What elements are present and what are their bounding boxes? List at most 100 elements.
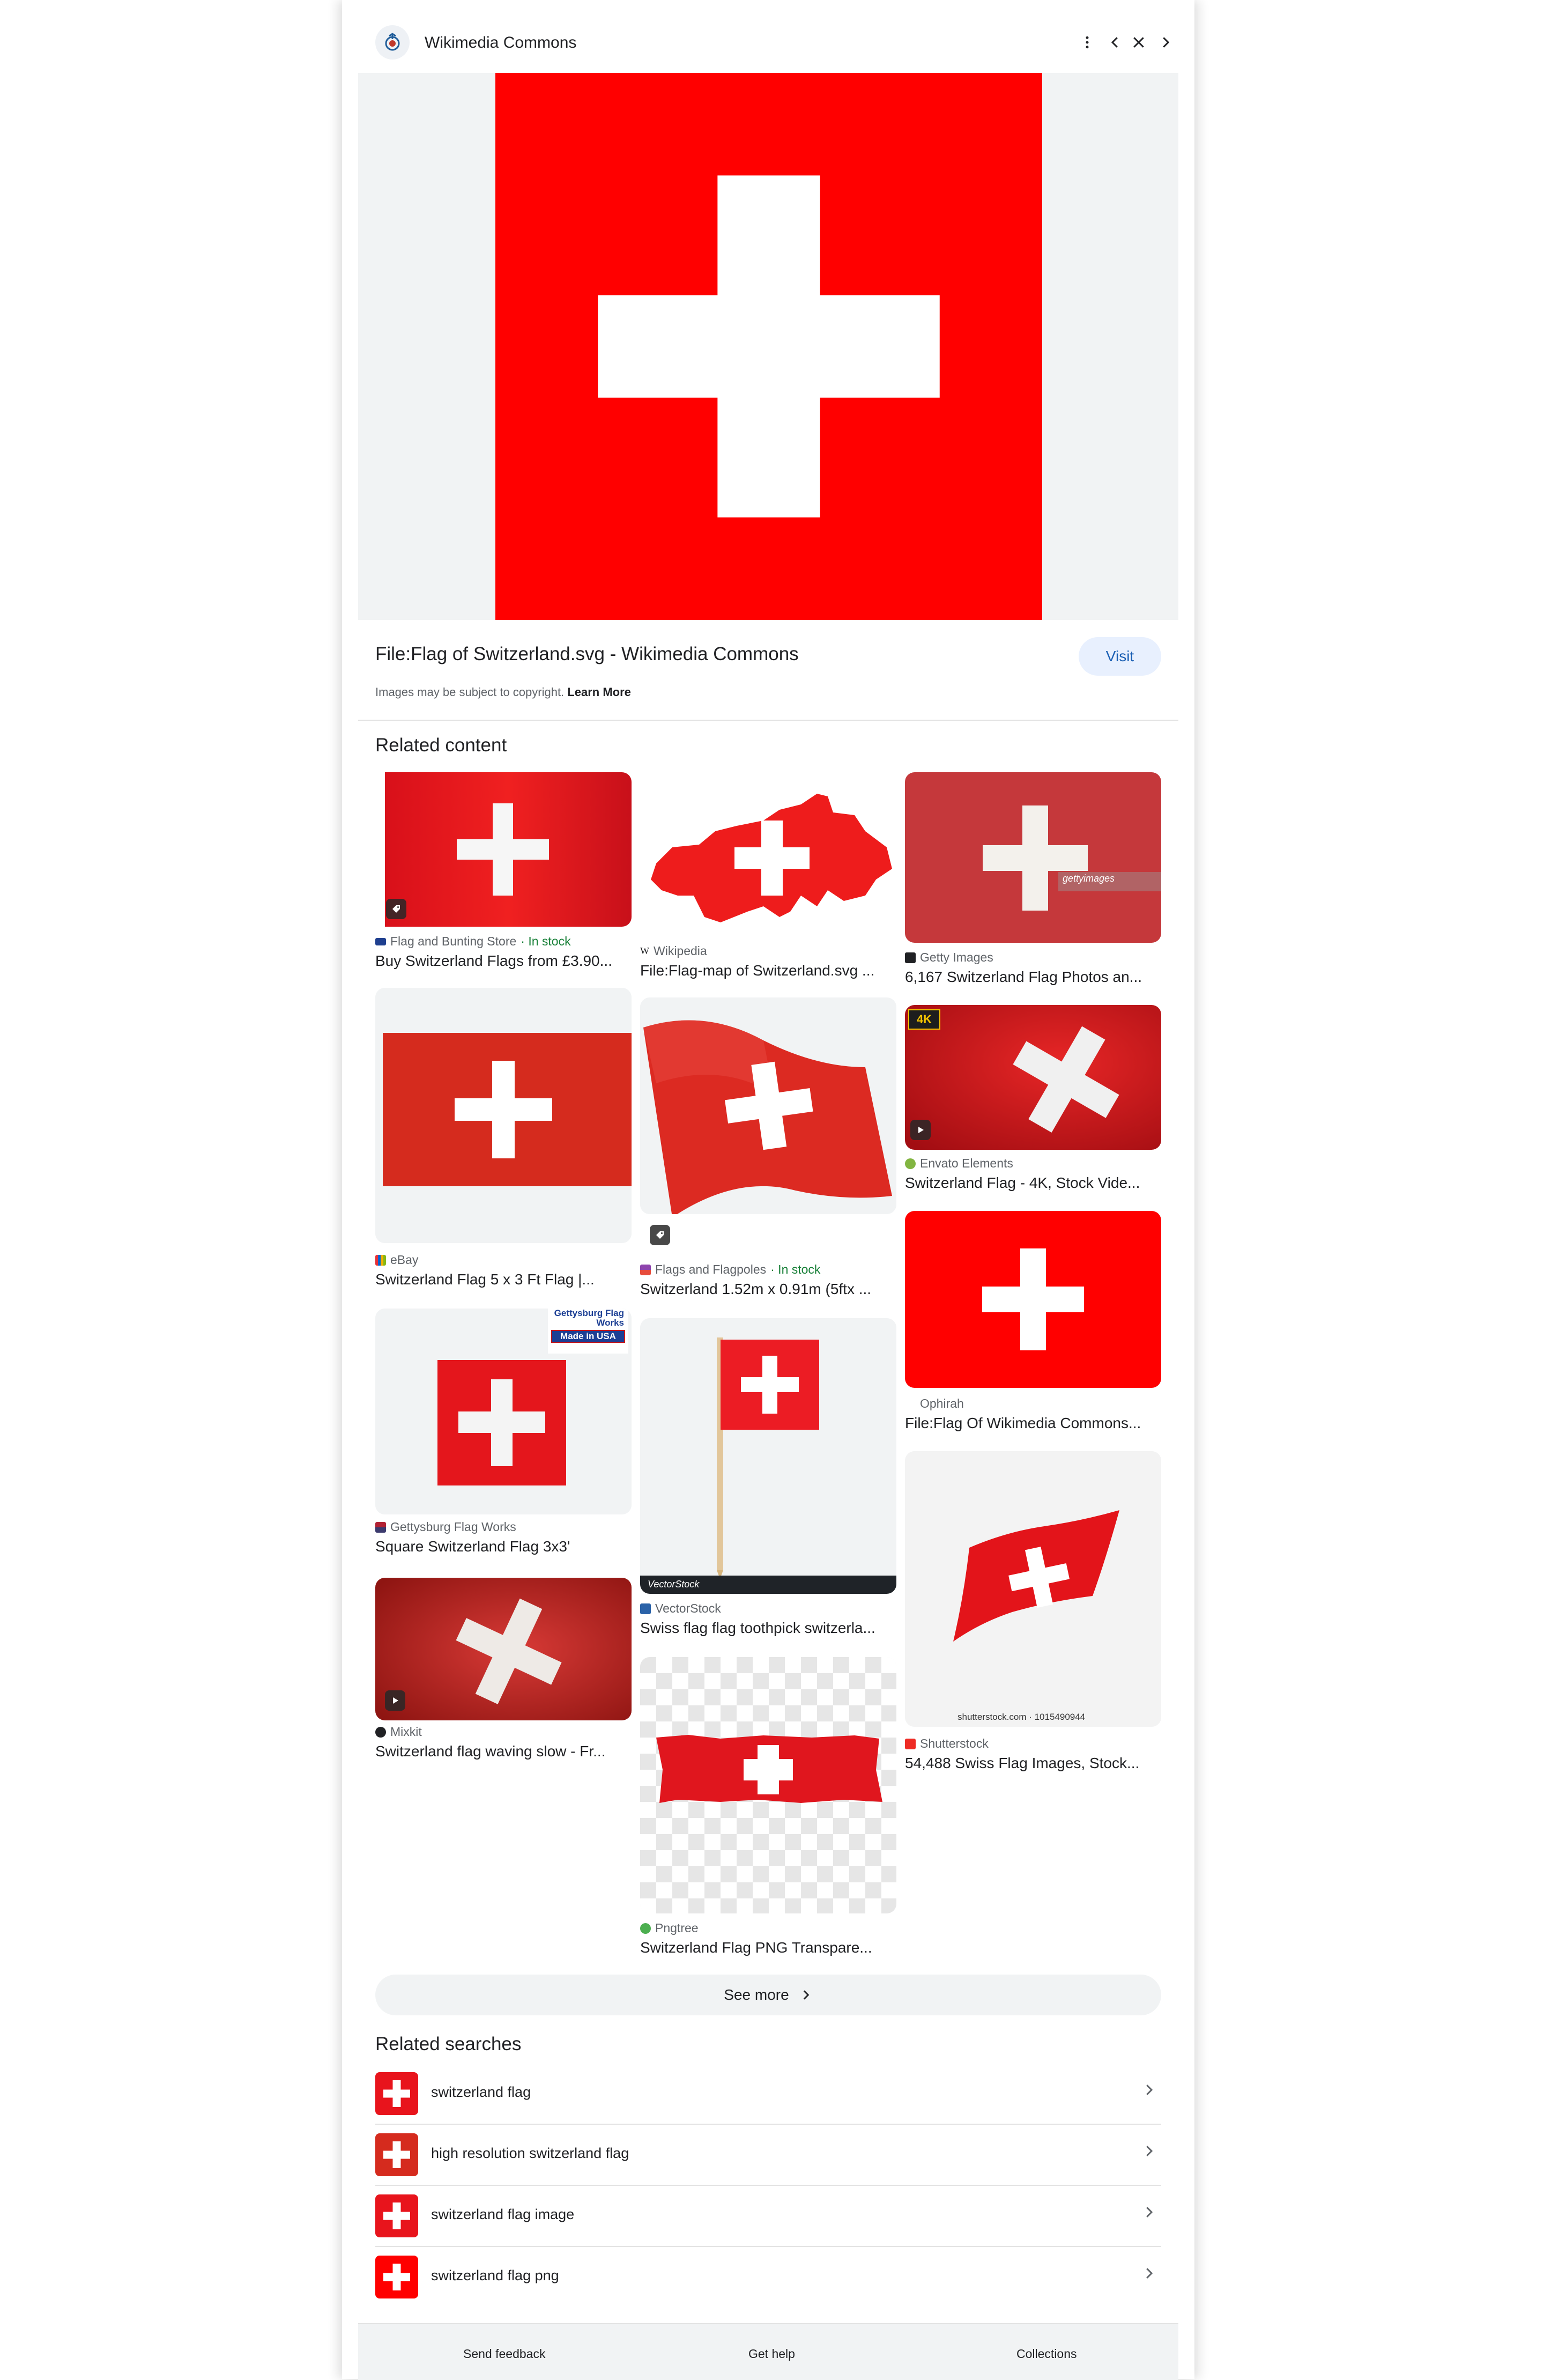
us-flag-icon	[375, 1521, 386, 1533]
result-source: Shutterstock	[905, 1736, 989, 1751]
collections-link[interactable]: Collections	[1016, 2347, 1077, 2361]
swiss-flag-image	[495, 73, 1042, 620]
wikimedia-logo-icon	[375, 25, 410, 60]
related-search-label: switzerland flag png	[431, 2267, 559, 2283]
tag-icon	[386, 899, 406, 919]
gettysburg-logo: Gettysburg Flag Works Made in USA	[548, 1309, 628, 1354]
uk-flag-icon	[375, 937, 386, 945]
swiss-flag-thumbnail	[375, 2072, 418, 2115]
getty-images-icon	[905, 952, 916, 963]
get-help-link[interactable]: Get help	[748, 2347, 795, 2361]
result-title[interactable]: File:Flag Of Wikimedia Commons...	[905, 1415, 1161, 1432]
site-name[interactable]: Wikimedia Commons	[425, 34, 576, 52]
wikipedia-icon: W	[640, 945, 649, 956]
related-search-item[interactable]: switzerland flag	[375, 2063, 1161, 2125]
result-source: Mixkit	[375, 1725, 422, 1739]
result-title[interactable]: Switzerland Flag 5 x 3 Ft Flag |...	[375, 1271, 632, 1288]
result-thumbnail[interactable]: VectorStock	[640, 1318, 896, 1594]
result-source: Flags and Flagpoles · In stock	[640, 1262, 820, 1277]
see-more-button[interactable]: See more	[375, 1975, 1161, 2015]
chevron-right-icon	[1146, 2207, 1153, 2218]
result-title[interactable]: Switzerland Flag PNG Transpare...	[640, 1939, 896, 1956]
result-thumbnail[interactable]: 4K	[905, 1005, 1161, 1150]
related-searches-heading: Related searches	[375, 2034, 522, 2054]
result-source: VectorStock	[640, 1601, 721, 1616]
video-play-icon	[385, 1690, 405, 1711]
ebay-icon	[375, 1254, 386, 1266]
result-thumbnail[interactable]	[640, 997, 896, 1214]
result-source: Ophirah	[905, 1396, 964, 1411]
mixkit-icon	[375, 1726, 386, 1738]
close-icon	[1133, 37, 1144, 48]
result-source: Envato Elements	[905, 1156, 1013, 1171]
page-title[interactable]: File:Flag of Switzerland.svg - Wikimedia…	[375, 644, 799, 665]
chevron-right-icon	[1163, 37, 1170, 48]
swiss-flag-thumbnail	[375, 2133, 418, 2176]
shutterstock-watermark: shutterstock.com · 1015490944	[957, 1712, 1086, 1722]
vectorstock-icon	[640, 1603, 651, 1614]
chevron-right-icon	[803, 1990, 810, 2000]
flags-flagpoles-icon	[640, 1264, 651, 1275]
related-search-item[interactable]: switzerland flag png	[375, 2246, 1161, 2305]
result-title[interactable]: Switzerland flag waving slow - Fr...	[375, 1743, 632, 1760]
result-title[interactable]: 6,167 Switzerland Flag Photos an...	[905, 969, 1161, 986]
more-options-button[interactable]	[1071, 26, 1103, 58]
chevron-right-icon	[1146, 2085, 1153, 2095]
result-thumbnail[interactable]	[375, 988, 632, 1243]
getty-watermark: gettyimages	[1063, 873, 1115, 884]
learn-more-link[interactable]: Learn More	[567, 685, 631, 699]
related-search-label: high resolution switzerland flag	[431, 2145, 629, 2161]
related-content-heading: Related content	[375, 735, 507, 756]
ophirah-icon	[905, 1399, 916, 1409]
viewer-header: Wikimedia Commons	[342, 0, 1194, 73]
image-viewer-panel: Wikimedia Commons File:Flag of Switzerla…	[342, 0, 1194, 2380]
chevron-right-icon	[1146, 2146, 1153, 2156]
result-thumbnail[interactable]	[375, 1578, 632, 1720]
related-search-item[interactable]: switzerland flag image	[375, 2185, 1161, 2247]
related-search-label: switzerland flag image	[431, 2206, 575, 2222]
result-thumbnail[interactable]	[905, 1211, 1161, 1388]
close-button[interactable]	[1123, 26, 1155, 58]
result-title[interactable]: Switzerland Flag - 4K, Stock Vide...	[905, 1174, 1161, 1192]
result-thumbnail[interactable]: Gettysburg Flag Works Made in USA	[375, 1309, 632, 1514]
result-source: eBay	[375, 1253, 418, 1267]
chevron-left-icon	[1111, 37, 1118, 48]
copyright-notice: Images may be subject to copyright. Lear…	[375, 685, 631, 699]
chevron-right-icon	[1146, 2268, 1153, 2279]
related-search-label: switzerland flag	[431, 2084, 531, 2100]
swiss-flag-thumbnail	[375, 2194, 418, 2237]
send-feedback-link[interactable]: Send feedback	[463, 2347, 545, 2361]
result-thumbnail[interactable]	[375, 772, 632, 927]
vectorstock-watermark: VectorStock	[648, 1579, 700, 1590]
envato-icon	[905, 1158, 916, 1169]
viewer-footer: Send feedback Get help Collections	[358, 2323, 1178, 2380]
result-thumbnail[interactable]	[640, 772, 896, 938]
copyright-text: Images may be subject to copyright.	[375, 685, 565, 699]
result-title[interactable]: Square Switzerland Flag 3x3'	[375, 1538, 632, 1555]
preview-image-area[interactable]	[358, 73, 1178, 620]
related-search-item[interactable]: high resolution switzerland flag	[375, 2124, 1161, 2186]
visit-button[interactable]: Visit	[1079, 637, 1161, 676]
shutterstock-icon	[905, 1738, 916, 1749]
tag-icon	[650, 1225, 670, 1245]
swiss-flag-thumbnail	[375, 2256, 418, 2298]
4k-badge: 4K	[908, 1009, 940, 1030]
result-thumbnail[interactable]: gettyimages	[905, 772, 1161, 943]
result-title[interactable]: Buy Switzerland Flags from £3.90...	[375, 952, 632, 970]
result-thumbnail[interactable]: shutterstock.com · 1015490944	[905, 1451, 1161, 1727]
divider	[358, 720, 1178, 721]
result-source: W Wikipedia	[640, 944, 707, 958]
result-source: Getty Images	[905, 950, 993, 965]
result-title[interactable]: Switzerland 1.52m x 0.91m (5ftx ...	[640, 1281, 896, 1298]
result-source: Pngtree	[640, 1921, 699, 1935]
result-title[interactable]: File:Flag-map of Switzerland.svg ...	[640, 962, 896, 979]
video-play-icon	[910, 1120, 931, 1140]
result-thumbnail[interactable]	[640, 1657, 896, 1913]
result-title[interactable]: 54,488 Swiss Flag Images, Stock...	[905, 1755, 1161, 1772]
result-title[interactable]: Swiss flag flag toothpick switzerla...	[640, 1620, 896, 1637]
pngtree-icon	[640, 1923, 651, 1934]
result-source: Gettysburg Flag Works	[375, 1520, 516, 1534]
result-source: Flag and Bunting Store · In stock	[375, 934, 571, 949]
see-more-label: See more	[724, 1986, 789, 2003]
more-vert-icon	[1086, 36, 1089, 49]
